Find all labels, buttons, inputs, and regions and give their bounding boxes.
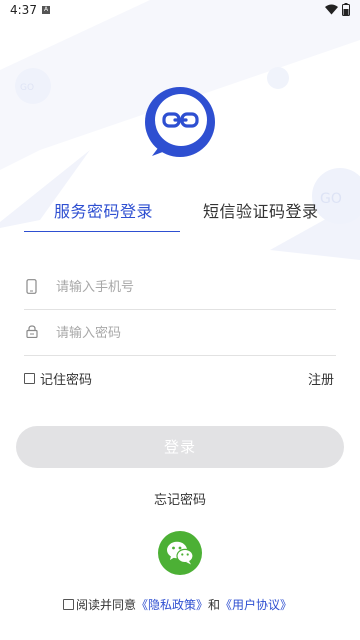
phone-input[interactable]: [56, 274, 326, 300]
tab-sms-login[interactable]: 短信验证码登录: [203, 198, 319, 222]
agreement-row: 阅读并同意 《隐私政策》 和 《用户协议》: [63, 596, 292, 613]
agreement-and: 和: [208, 598, 221, 612]
wechat-login-button[interactable]: [158, 531, 202, 575]
svg-text:GO: GO: [20, 83, 34, 93]
active-tab-indicator: [24, 231, 180, 232]
a-icon: A: [42, 6, 50, 14]
privacy-policy-link[interactable]: 《隐私政策》: [136, 596, 208, 613]
svg-text:GO: GO: [320, 191, 342, 207]
phone-icon: [26, 279, 37, 294]
agreement-checkbox[interactable]: [63, 599, 74, 610]
tab-password-login[interactable]: 服务密码登录: [54, 198, 153, 222]
app-logo: [145, 87, 215, 157]
remember-checkbox[interactable]: [24, 373, 35, 384]
phone-field: [24, 264, 336, 310]
wifi-icon: [325, 4, 338, 15]
password-input[interactable]: [56, 320, 326, 346]
login-button[interactable]: 登录: [16, 426, 344, 468]
user-agreement-link[interactable]: 《用户协议》: [220, 596, 292, 613]
agreement-prefix: 阅读并同意: [76, 598, 137, 612]
register-link[interactable]: 注册: [308, 369, 334, 388]
wechat-icon: [167, 541, 194, 565]
battery-icon: [342, 3, 350, 16]
forgot-password-link[interactable]: 忘记密码: [0, 489, 360, 508]
password-field: [24, 310, 336, 356]
status-bar: 4:37 A: [0, 0, 360, 22]
remember-label: 记住密码: [40, 373, 93, 388]
remember-password[interactable]: 记住密码: [24, 369, 92, 388]
lock-icon: [26, 325, 38, 338]
status-time: 4:37: [10, 3, 37, 17]
